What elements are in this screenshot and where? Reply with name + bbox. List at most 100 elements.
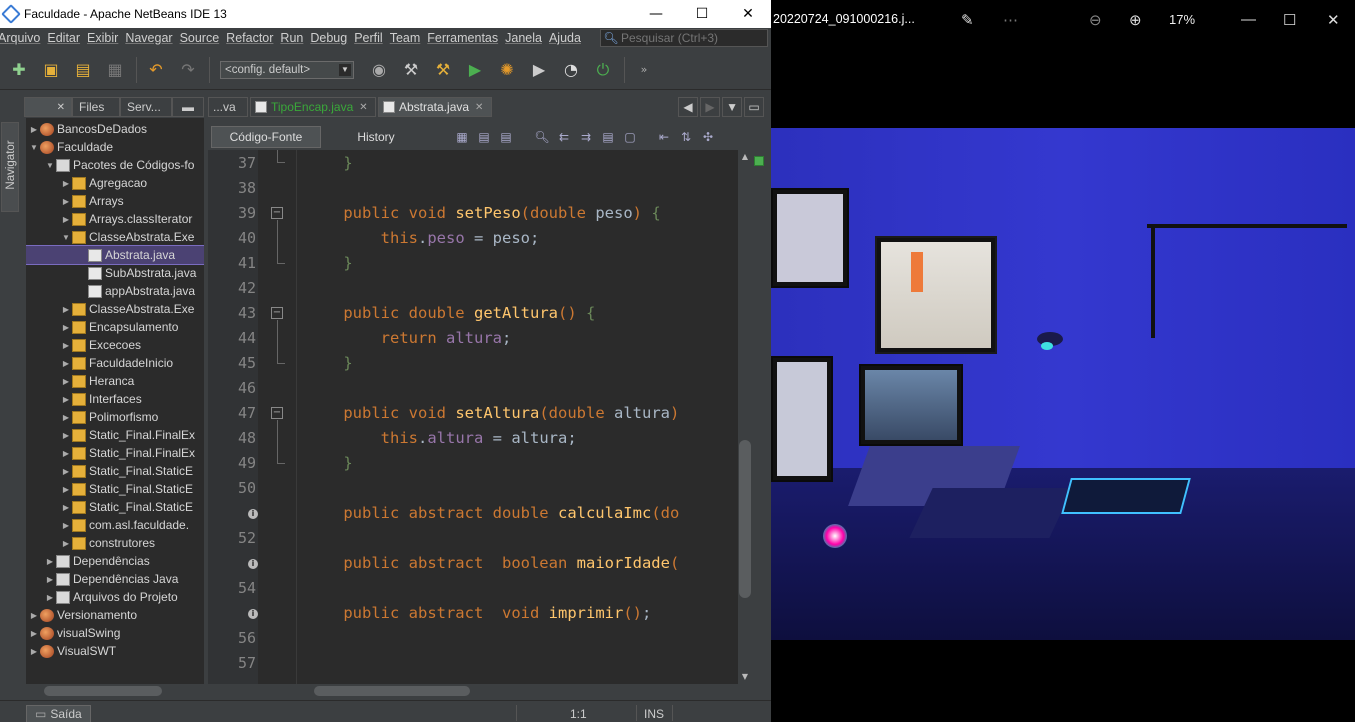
menu-item-run[interactable]: Run (280, 31, 303, 45)
expand-toggle-icon[interactable]: ▶ (60, 179, 72, 188)
shift-right-icon[interactable]: ⇅ (675, 130, 697, 144)
output-tab[interactable]: ▭ Saída (26, 705, 91, 722)
code-line[interactable]: } (306, 451, 352, 476)
source-tab[interactable]: Código-Fonte (211, 126, 321, 148)
scroll-up-icon[interactable]: ▲ (738, 150, 752, 164)
tree-item[interactable]: ▼ Faculdade (26, 138, 204, 156)
tree-item[interactable]: ▼ ClasseAbstrata.Exe (26, 228, 204, 246)
expand-toggle-icon[interactable]: ▶ (60, 413, 72, 422)
tree-item[interactable]: ▶ Dependências (26, 552, 204, 570)
tree-item[interactable]: ▶ Interfaces (26, 390, 204, 408)
toolbar-overflow-icon[interactable]: » (631, 57, 657, 83)
menu-item-ajuda[interactable]: Ajuda (549, 31, 581, 45)
tree-item[interactable]: ▶ FaculdadeInicio (26, 354, 204, 372)
tree-item[interactable]: ▶ Encapsulamento (26, 318, 204, 336)
menu-item-janela[interactable]: Janela (505, 31, 542, 45)
code-line[interactable]: return altura; (306, 326, 512, 351)
zoom-in-icon[interactable]: ⊕ (1129, 11, 1142, 29)
tree-item[interactable]: ▶ com.asl.faculdade. (26, 516, 204, 534)
expand-toggle-icon[interactable]: ▶ (60, 521, 72, 530)
tree-item[interactable]: ▶ Static_Final.StaticE (26, 498, 204, 516)
scrollbar-thumb[interactable] (44, 686, 162, 696)
globe-icon[interactable]: ◉ (366, 57, 392, 83)
expand-toggle-icon[interactable]: ▼ (28, 143, 40, 152)
power-icon[interactable]: ⏻ (590, 57, 616, 83)
maximize-button[interactable]: ☐ (1283, 11, 1296, 29)
close-button[interactable]: ✕ (725, 0, 771, 28)
expand-toggle-icon[interactable]: ▶ (60, 449, 72, 458)
run-icon[interactable]: ▶ (462, 57, 488, 83)
tree-item[interactable]: ▶ Versionamento (26, 606, 204, 624)
expand-toggle-icon[interactable]: ▶ (60, 197, 72, 206)
forward-icon[interactable]: ▤ (495, 130, 517, 144)
close-icon[interactable]: ✕ (359, 102, 367, 113)
profile-icon[interactable]: ▶ (526, 57, 552, 83)
tree-item[interactable]: ▶ Static_Final.StaticE (26, 480, 204, 498)
close-icon[interactable]: ✕ (57, 102, 65, 113)
expand-toggle-icon[interactable]: ▶ (28, 125, 40, 134)
debug-icon[interactable]: ✺ (494, 57, 520, 83)
tree-item[interactable]: ▶ Dependências Java (26, 570, 204, 588)
find-prev-icon[interactable]: ⇇ (553, 130, 575, 144)
scrollbar-thumb[interactable] (739, 440, 751, 598)
toggle-bookmark-icon[interactable]: ▢ (619, 130, 641, 144)
menu-item-arquivo[interactable]: Arquivo (0, 31, 40, 45)
tab-editor-1[interactable]: ...va (208, 97, 248, 117)
scroll-down-icon[interactable]: ▼ (738, 670, 752, 684)
last-edit-icon[interactable]: ▦ (451, 130, 473, 144)
maximize-editor-button[interactable]: ▭ (744, 97, 764, 117)
menu-item-perfil[interactable]: Perfil (354, 31, 382, 45)
edit-icon[interactable]: ✎ (961, 11, 974, 29)
tab-services[interactable]: Serv... (120, 97, 172, 117)
expand-toggle-icon[interactable]: ▶ (60, 467, 72, 476)
tree-item[interactable]: ▶ Excecoes (26, 336, 204, 354)
save-all-icon[interactable]: ▦ (102, 57, 128, 83)
scroll-tabs-right-button[interactable]: ▶ (700, 97, 720, 117)
editor-vertical-scrollbar[interactable]: ▲ ▼ (738, 150, 752, 684)
tab-editor-2[interactable]: TipoEncap.java ✕ (250, 97, 376, 117)
tab-editor-3[interactable]: Abstrata.java ✕ (378, 97, 492, 117)
search-input[interactable] (621, 31, 761, 45)
scrollbar-thumb[interactable] (314, 686, 470, 696)
tree-item[interactable]: ▶ BancosDeDados (26, 120, 204, 138)
shift-left-icon[interactable]: ⇤ (653, 130, 675, 144)
more-icon[interactable]: ⋯ (1003, 11, 1018, 29)
tree-item[interactable]: ▶ construtores (26, 534, 204, 552)
tree-item[interactable]: ▶ Arrays.classIterator (26, 210, 204, 228)
code-line[interactable]: public void setAltura(double altura) (306, 401, 679, 426)
code-line[interactable]: } (306, 251, 352, 276)
menu-item-ferramentas[interactable]: Ferramentas (427, 31, 498, 45)
tree-item[interactable]: ▶ Polimorfismo (26, 408, 204, 426)
code-line[interactable]: } (306, 351, 352, 376)
build-hammer-icon[interactable]: ⚒ (398, 57, 424, 83)
tree-item[interactable]: ▶ Static_Final.FinalEx (26, 426, 204, 444)
undo-icon[interactable]: ↶ (143, 57, 169, 83)
expand-toggle-icon[interactable]: ▶ (28, 647, 40, 656)
expand-toggle-icon[interactable]: ▶ (60, 431, 72, 440)
scroll-tabs-left-button[interactable]: ◀ (678, 97, 698, 117)
expand-toggle-icon[interactable]: ▶ (28, 629, 40, 638)
menu-item-navegar[interactable]: Navegar (125, 31, 172, 45)
expand-toggle-icon[interactable]: ▼ (44, 161, 56, 170)
expand-toggle-icon[interactable]: ▶ (28, 611, 40, 620)
tree-item[interactable]: ▶ Static_Final.StaticE (26, 462, 204, 480)
close-icon[interactable]: ✕ (475, 102, 483, 113)
tree-item[interactable]: ▶ visualSwing (26, 624, 204, 642)
code-editor[interactable]: 37 } 38 39 − public void setPeso(double pes… (208, 150, 738, 684)
menu-item-source[interactable]: Source (180, 31, 220, 45)
config-select[interactable]: <config. default> ▼ (220, 60, 354, 79)
fold-toggle-icon[interactable]: − (271, 207, 283, 219)
tree-item[interactable]: appAbstrata.java (26, 282, 204, 300)
clean-build-icon[interactable]: ⚒ (430, 57, 456, 83)
code-line[interactable]: public void setPeso(double peso) { (306, 201, 660, 226)
minimize-button[interactable]: — (633, 0, 679, 28)
menu-item-exibir[interactable]: Exibir (87, 31, 118, 45)
code-line[interactable]: } (306, 151, 352, 176)
history-tab[interactable]: History (321, 126, 431, 148)
find-next-icon[interactable]: ⇉ (575, 130, 597, 144)
maximize-button[interactable]: ☐ (679, 0, 725, 28)
code-line[interactable]: this.peso = peso; (306, 226, 540, 251)
tab-list-button[interactable]: ▼ (722, 97, 742, 117)
abstract-method-marker-icon[interactable]: i (248, 559, 258, 569)
expand-toggle-icon[interactable]: ▶ (60, 323, 72, 332)
